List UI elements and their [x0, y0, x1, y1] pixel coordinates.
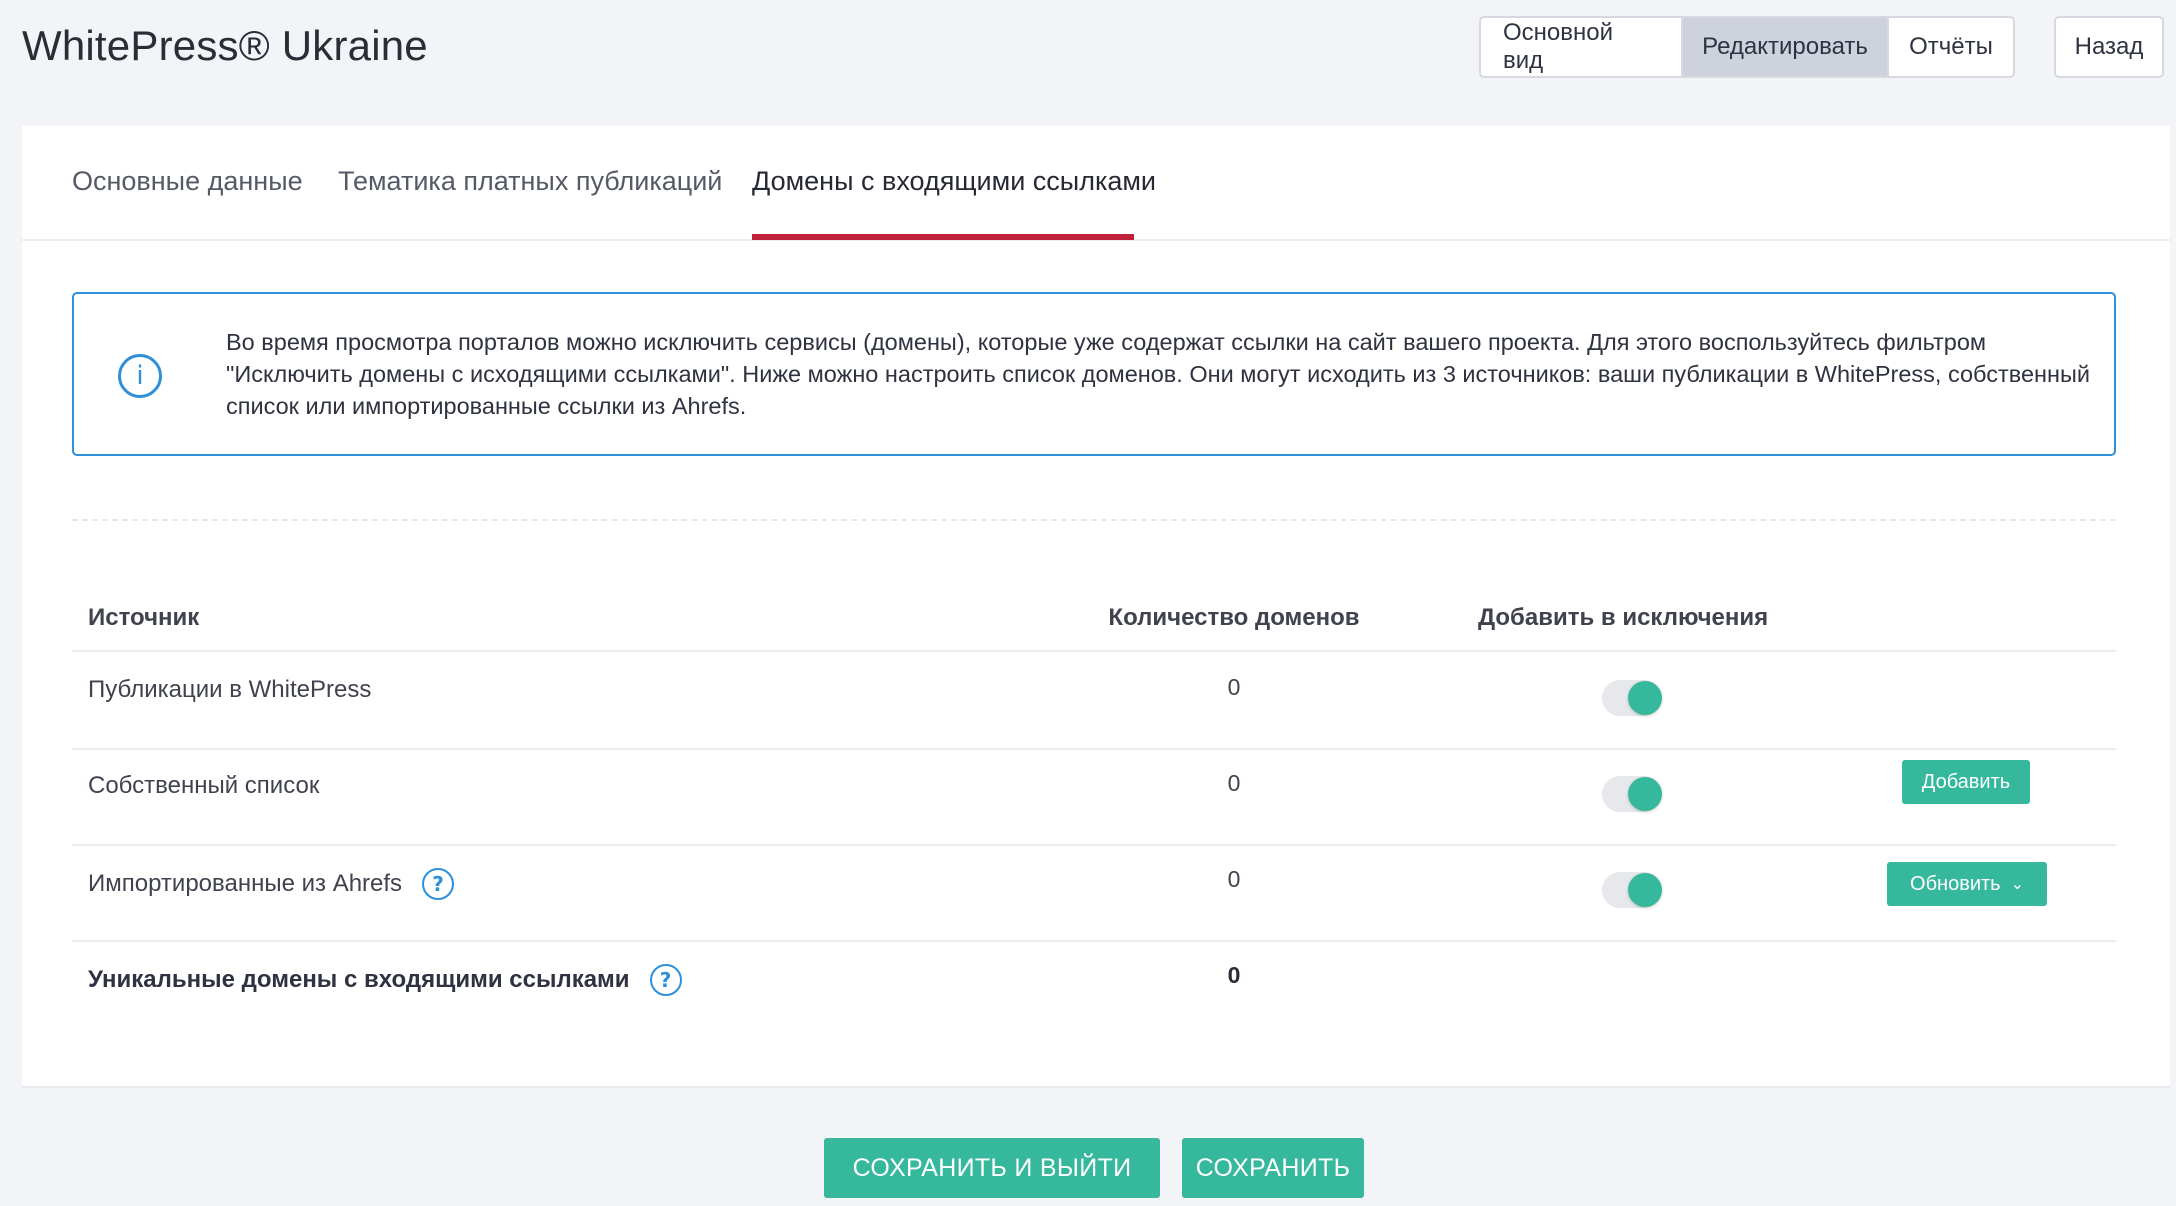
exclude-toggle-ahrefs[interactable]: [1602, 872, 1662, 908]
table-header: Источник Количество доменов Добавить в и…: [72, 594, 2116, 652]
view-switch: Основной вид Редактировать Отчёты: [1479, 16, 2015, 78]
info-icon: i: [118, 354, 162, 398]
domain-count: 0: [1227, 674, 1241, 700]
help-icon[interactable]: ?: [422, 868, 455, 900]
main-view-button[interactable]: Основной вид: [1481, 18, 1681, 76]
total-label: Уникальные домены с входящими ссылками ?: [88, 964, 682, 996]
page-title: WhitePress® Ukraine: [22, 22, 428, 69]
source-text: Собственный список: [88, 772, 320, 799]
header-count: Количество доменов: [1108, 604, 1360, 631]
source-label: Импортированные из Ahrefs ?: [88, 868, 455, 900]
update-dropdown-button[interactable]: Обновить ⌄: [1887, 862, 2047, 906]
header-exclude: Добавить в исключения: [1478, 604, 1769, 631]
info-box: i Во время просмотра порталов можно искл…: [72, 292, 2116, 456]
tab-paid-topics[interactable]: Тематика платных публикаций: [338, 166, 722, 197]
domain-count: 0: [1227, 866, 1241, 892]
table-total-row: Уникальные домены с входящими ссылками ?…: [72, 942, 2116, 1038]
update-label: Обновить: [1910, 872, 2001, 895]
active-tab-indicator: [752, 234, 1134, 240]
header-source: Источник: [88, 604, 200, 631]
save-button[interactable]: СОХРАНИТЬ: [1182, 1138, 1364, 1198]
footer-bar: СОХРАНИТЬ И ВЫЙТИ СОХРАНИТЬ: [22, 1086, 2170, 1206]
table-row: Собственный список 0 Добавить: [72, 750, 2116, 846]
tab-bar: Основные данные Тематика платных публика…: [22, 126, 2170, 241]
save-and-exit-button[interactable]: СОХРАНИТЬ И ВЫЙТИ: [824, 1138, 1160, 1198]
table-row: Публикации в WhitePress 0: [72, 654, 2116, 750]
back-button[interactable]: Назад: [2054, 16, 2164, 78]
exclude-toggle-own-list[interactable]: [1602, 776, 1662, 812]
source-label: Публикации в WhitePress: [88, 676, 371, 704]
add-button[interactable]: Добавить: [1902, 760, 2030, 804]
main-card: Основные данные Тематика платных публика…: [22, 126, 2170, 1086]
domain-count: 0: [1227, 770, 1241, 796]
edit-button[interactable]: Редактировать: [1681, 18, 1887, 76]
source-text: Импортированные из Ahrefs: [88, 870, 403, 897]
chevron-down-icon: ⌄: [2010, 876, 2024, 893]
reports-button[interactable]: Отчёты: [1887, 18, 2013, 76]
help-icon[interactable]: ?: [649, 964, 682, 996]
divider: [72, 519, 2116, 521]
info-text: Во время просмотра порталов можно исключ…: [226, 329, 2091, 419]
exclude-toggle-whitepress[interactable]: [1602, 680, 1662, 716]
total-count: 0: [1227, 962, 1241, 988]
total-text: Уникальные домены с входящими ссылками: [88, 966, 630, 993]
toggle-knob: [1628, 873, 1662, 907]
toggle-knob: [1628, 681, 1662, 715]
table-row: Импортированные из Ahrefs ? 0 Обновить ⌄: [72, 846, 2116, 942]
toggle-knob: [1628, 777, 1662, 811]
tab-inbound-domains[interactable]: Домены с входящими ссылками: [752, 166, 1156, 197]
source-text: Публикации в WhitePress: [88, 676, 372, 703]
tab-main-data[interactable]: Основные данные: [72, 166, 303, 197]
source-label: Собственный список: [88, 772, 319, 800]
